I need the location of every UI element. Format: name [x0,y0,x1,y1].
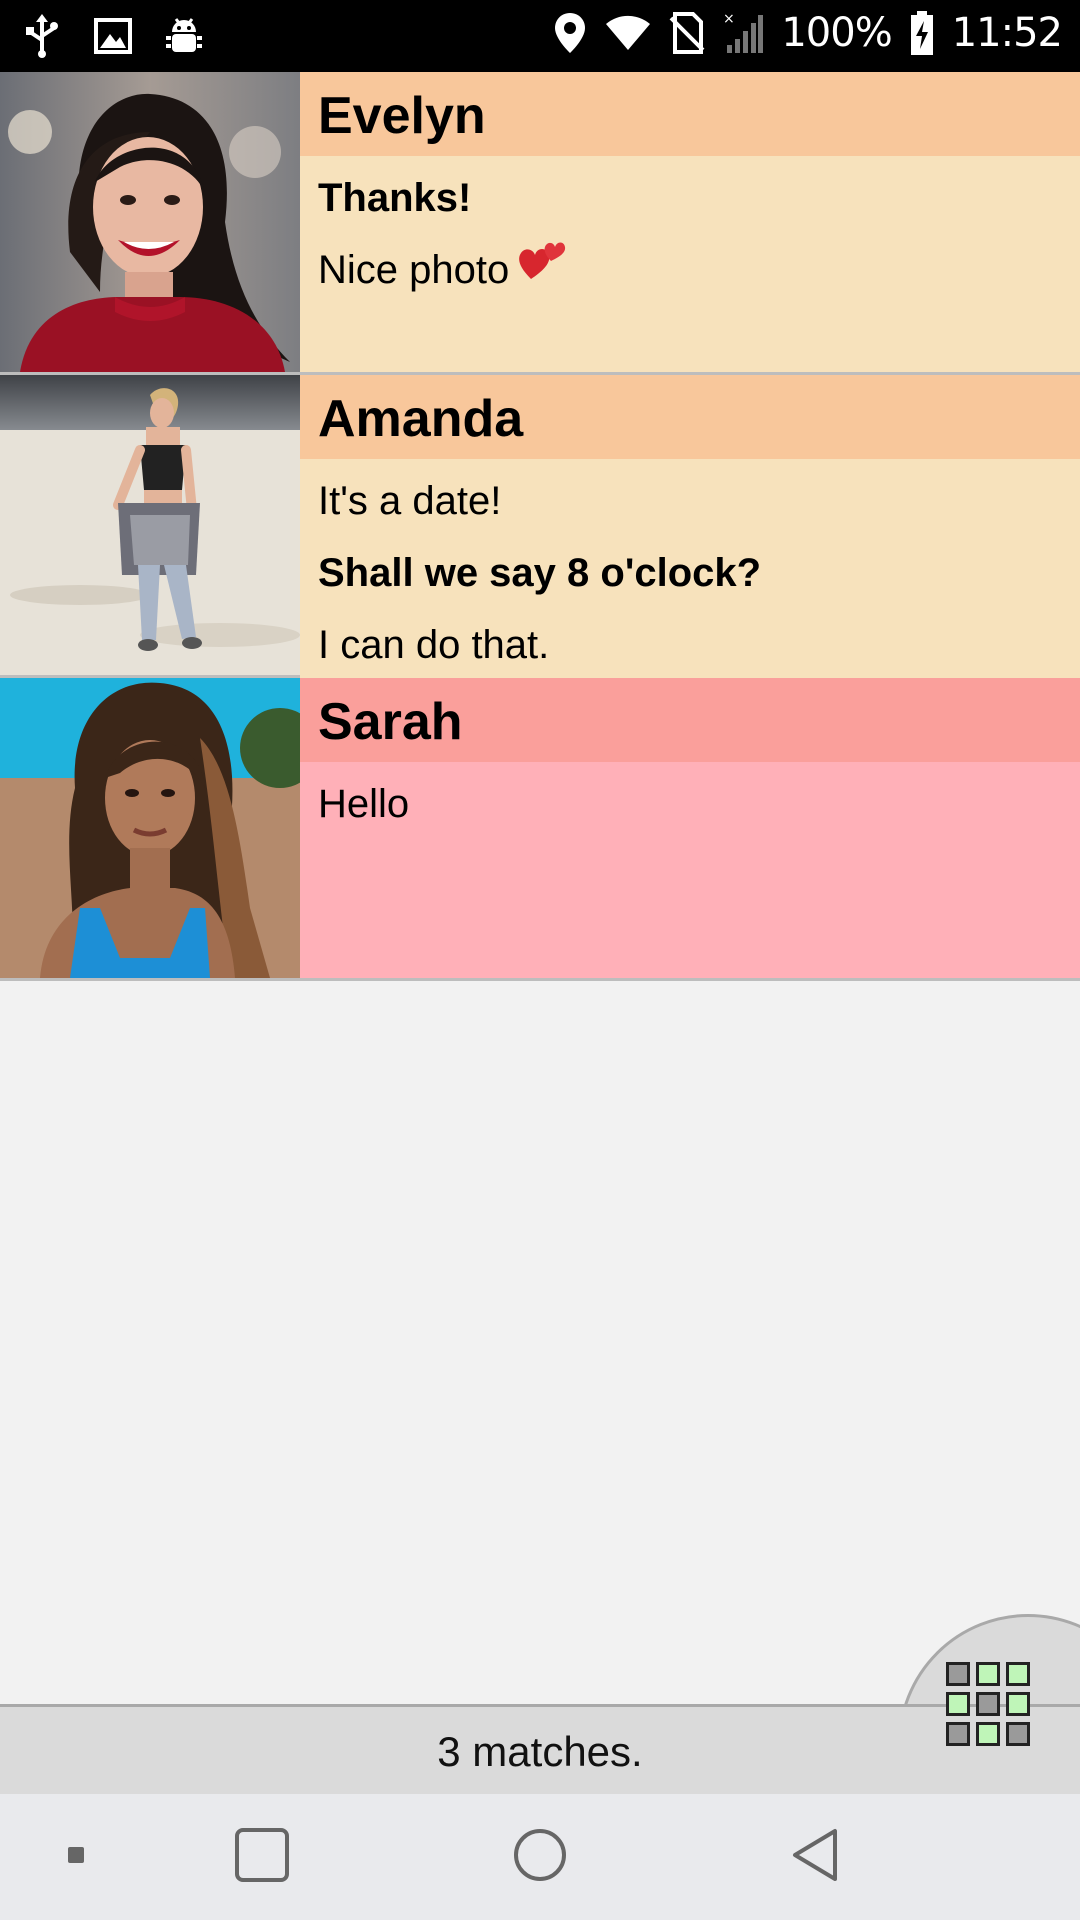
match-name: Amanda [300,375,1080,459]
app-screen: × 100% 11:52 Evelyn Thanks! Nice photo A… [0,0,1080,1920]
back-button[interactable] [776,1794,856,1920]
message-list: Thanks! Nice photo [300,156,1080,372]
grid-cell [946,1692,970,1716]
match-row-sarah[interactable]: Sarah Hello [0,678,1080,981]
amanda-photo[interactable] [0,375,300,675]
message-list: It's a date! Shall we say 8 o'clock? I c… [300,459,1080,681]
grid-cell [1006,1662,1030,1686]
match-count: 3 matches. [437,1728,643,1775]
home-button[interactable] [500,1794,580,1920]
battery-charging-icon [910,11,934,55]
two-hearts-icon [517,232,567,304]
screenshot-button[interactable] [40,1794,112,1920]
status-bar: × 100% 11:52 [0,0,1080,72]
back-icon [791,1827,841,1888]
grid-cell [1006,1722,1030,1746]
grid-view-icon[interactable] [946,1662,1034,1750]
grid-cell [1006,1692,1030,1716]
message: I can do that. [318,623,550,667]
image-icon [94,18,132,54]
recent-apps-icon [234,1827,290,1888]
message: Shall we say 8 o'clock? [318,551,762,595]
wifi-icon [605,14,651,52]
grid-cell [976,1692,1000,1716]
recent-apps-button[interactable] [222,1794,302,1920]
no-sim-icon [669,12,705,54]
grid-cell [946,1722,970,1746]
home-icon [512,1827,568,1888]
android-debug-icon [166,16,202,56]
grid-cell [946,1662,970,1686]
usb-icon [24,14,60,58]
svg-text:×: × [723,11,735,27]
match-name: Evelyn [300,72,1080,156]
message-row: Nice photo [318,234,1080,306]
match-name: Sarah [300,678,1080,762]
location-icon [553,11,587,55]
evelyn-photo[interactable] [0,72,300,372]
message: Thanks! [318,176,472,220]
match-list: Evelyn Thanks! Nice photo Amanda It's a … [0,72,1080,981]
grid-cell [976,1722,1000,1746]
message-list: Hello [300,762,1080,978]
sarah-photo[interactable] [0,678,300,978]
clock: 11:52 [951,10,1063,56]
grid-cell [976,1662,1000,1686]
signal-icon: × [723,11,764,55]
match-row-evelyn[interactable]: Evelyn Thanks! Nice photo [0,72,1080,375]
battery-percent: 100% [781,10,892,56]
message: Nice photo [318,248,510,292]
match-row-amanda[interactable]: Amanda It's a date! Shall we say 8 o'clo… [0,375,1080,681]
screenshot-icon [66,1845,86,1870]
navigation-bar [0,1794,1080,1920]
message: It's a date! [318,479,502,523]
message: Hello [318,782,410,826]
